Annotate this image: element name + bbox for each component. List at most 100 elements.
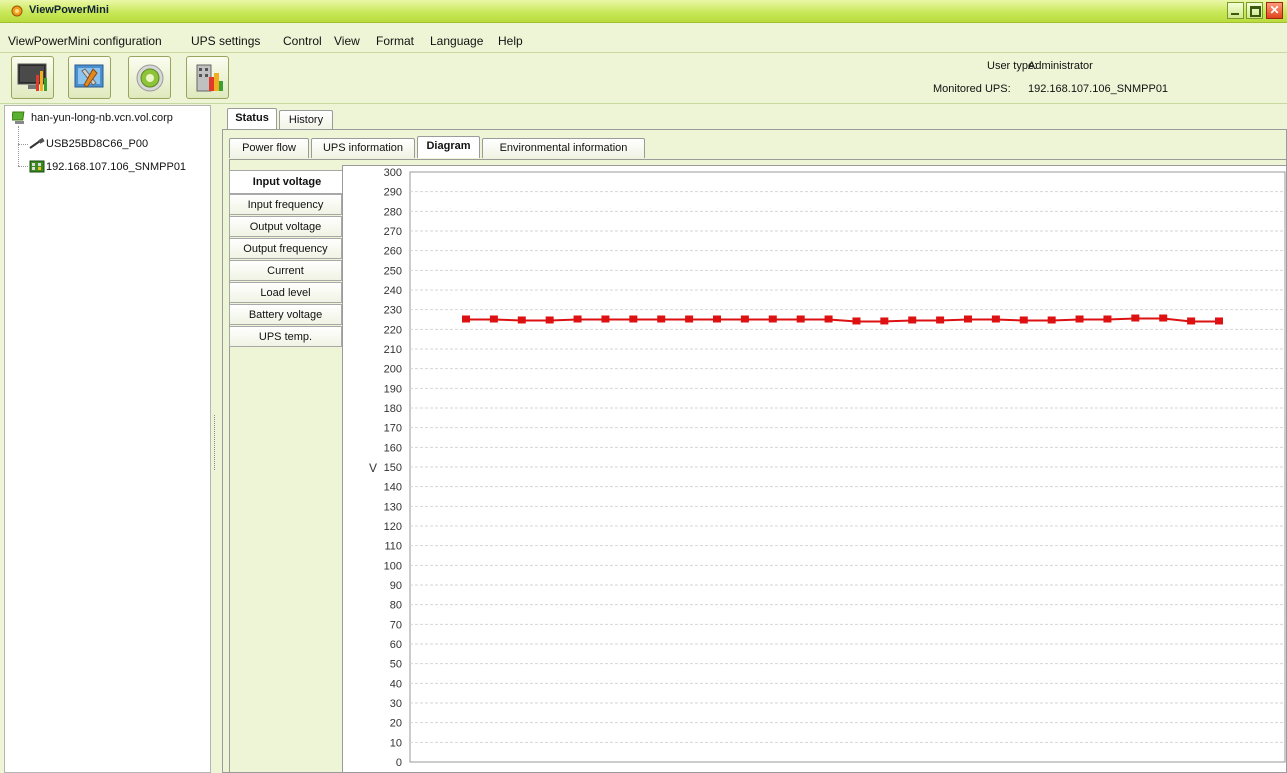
data-point	[573, 315, 582, 323]
vtab-output-voltage[interactable]: Output voltage	[229, 216, 342, 237]
data-point	[685, 315, 694, 323]
computer-icon	[12, 111, 25, 124]
splitter-grip-icon	[214, 415, 217, 470]
chart-canvas: 0 10 20 30 40 50 60 70 80 90 100 110 120 130 140 150 160…	[369, 167, 1286, 769]
y-tick-label: 130	[384, 501, 402, 513]
monitor-button[interactable]	[11, 56, 54, 99]
voltage-chart: 0 10 20 30 40 50 60 70 80 90 100 110 120 130 140 150 160…	[342, 165, 1287, 773]
y-tick-label: 10	[390, 737, 402, 749]
vtab-input-frequency[interactable]: Input frequency	[229, 194, 342, 215]
network-card-icon	[29, 160, 45, 173]
data-point	[1215, 317, 1223, 325]
data-point	[657, 315, 666, 323]
toolbar: User type: Administrator Monitored UPS: …	[0, 52, 1287, 104]
data-point	[768, 315, 777, 323]
data-point	[629, 315, 638, 323]
y-tick-label: 0	[396, 757, 402, 769]
data-point	[462, 315, 470, 323]
data-point	[1159, 314, 1168, 322]
data-point	[1131, 314, 1140, 322]
menu-ups-settings[interactable]: UPS settings	[191, 34, 260, 48]
tab-environmental-information[interactable]: Environmental information	[482, 138, 645, 158]
minimize-button[interactable]	[1227, 2, 1244, 19]
y-tick-label: 280	[384, 206, 402, 218]
usb-cable-icon	[29, 138, 45, 149]
vtab-input-voltage[interactable]: Input voltage	[229, 170, 344, 194]
tools-icon	[74, 64, 104, 88]
vtab-ups-temp[interactable]: UPS temp.	[229, 326, 342, 347]
data-point	[740, 315, 749, 323]
data-point	[1075, 315, 1084, 323]
vtab-output-frequency[interactable]: Output frequency	[229, 238, 342, 259]
menu-viewpowermini[interactable]: ViewPowerMini	[8, 34, 90, 48]
menu-help[interactable]: Help	[498, 34, 523, 48]
data-point	[964, 315, 972, 323]
data-point	[1047, 316, 1056, 324]
window-title: ViewPowerMini	[29, 4, 109, 16]
y-tick-label: 80	[390, 600, 402, 612]
menu-bar: ViewPowerMini configuration UPS settings…	[0, 32, 1287, 50]
settings-tools-button[interactable]	[68, 56, 111, 99]
y-tick-label: 260	[384, 246, 402, 258]
tab-diagram[interactable]: Diagram	[417, 136, 480, 158]
data-point	[545, 316, 554, 324]
tab-power-flow[interactable]: Power flow	[229, 138, 309, 158]
y-tick-label: 110	[384, 541, 402, 553]
vtab-load-level[interactable]: Load level	[229, 282, 342, 303]
maximize-button[interactable]	[1246, 2, 1263, 19]
menu-configuration[interactable]: configuration	[93, 34, 162, 48]
data-point	[991, 315, 1000, 323]
y-tick-label: 230	[384, 305, 402, 317]
building-report-icon	[196, 64, 223, 92]
y-tick-label: 150	[384, 462, 402, 474]
y-tick-label: 240	[384, 285, 402, 297]
data-point	[489, 315, 498, 323]
menu-control[interactable]: Control	[283, 34, 322, 48]
tree-root-host[interactable]: han-yun-long-nb.vcn.vol.corp	[31, 112, 173, 124]
y-tick-label: 30	[390, 698, 402, 710]
monitored-ups-value: 192.168.107.106_SNMPP01	[1028, 83, 1169, 95]
y-tick-label: 170	[384, 423, 402, 435]
y-tick-label: 70	[390, 619, 402, 631]
chart-y-axis: 0 10 20 30 40 50 60 70 80 90 100 110 120 130 140 150 160…	[384, 167, 402, 769]
menu-format[interactable]: Format	[376, 34, 414, 48]
tree-item-snmp-ups[interactable]: 192.168.107.106_SNMPP01	[46, 161, 186, 173]
report-button[interactable]	[186, 56, 229, 99]
data-point	[713, 315, 721, 323]
data-point	[852, 317, 861, 325]
tree-connector	[18, 126, 19, 166]
data-point	[824, 315, 833, 323]
monitored-ups-label: Monitored UPS:	[933, 83, 1011, 95]
tab-status[interactable]: Status	[227, 108, 277, 130]
data-point	[1187, 317, 1196, 325]
title-bar: ViewPowerMini ✕	[0, 0, 1287, 23]
y-tick-label: 40	[390, 678, 402, 690]
control-button[interactable]	[128, 56, 171, 99]
close-icon: ✕	[1269, 3, 1280, 17]
tree-connector	[18, 144, 28, 145]
menu-view[interactable]: View	[334, 34, 360, 48]
y-tick-label: 180	[384, 403, 402, 415]
y-tick-label: 190	[384, 383, 402, 395]
data-point	[936, 316, 945, 324]
chart-grid	[409, 171, 1286, 763]
data-point	[1019, 316, 1028, 324]
tree-item-usb-ups[interactable]: USB25BD8C66_P00	[46, 138, 148, 150]
minimize-icon	[1228, 3, 1243, 18]
vtab-current[interactable]: Current	[229, 260, 342, 281]
y-tick-label: 140	[384, 482, 402, 494]
close-button[interactable]: ✕	[1266, 2, 1283, 19]
menu-language[interactable]: Language	[430, 34, 483, 48]
tab-ups-information[interactable]: UPS information	[311, 138, 415, 158]
panel-splitter[interactable]	[212, 105, 218, 773]
data-point	[908, 316, 917, 324]
gear-disc-icon	[136, 64, 164, 92]
y-tick-label: 50	[390, 659, 402, 671]
tab-history[interactable]: History	[279, 110, 333, 130]
data-point	[796, 315, 805, 323]
vtab-battery-voltage[interactable]: Battery voltage	[229, 304, 342, 325]
monitor-chart-icon	[17, 63, 47, 91]
y-tick-label: 300	[384, 167, 402, 179]
y-tick-label: 20	[390, 718, 402, 730]
y-tick-label: 120	[384, 521, 402, 533]
